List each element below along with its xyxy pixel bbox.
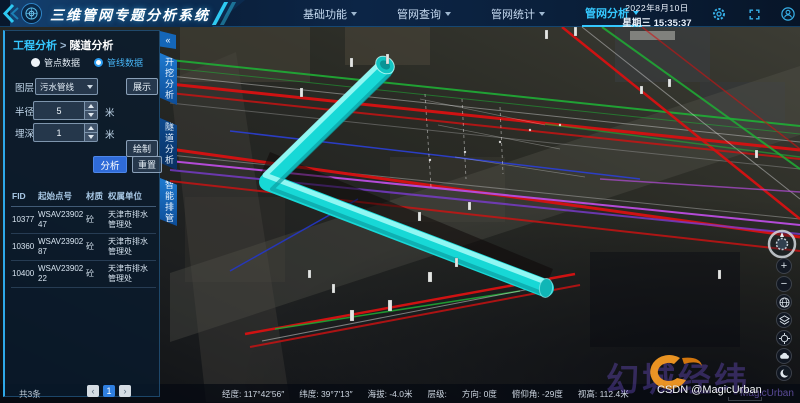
status-level: 层级: bbox=[428, 388, 447, 400]
cloud-icon bbox=[779, 352, 790, 360]
arrow-down-icon bbox=[88, 113, 94, 117]
total-count-label: 共3条 bbox=[19, 388, 41, 400]
top-bar: 三维管网专题分析系统 基础功能 管网查询 管网统计 管网分析 2022年8月10… bbox=[0, 0, 800, 27]
minus-icon: − bbox=[781, 279, 787, 290]
radio-selected-icon bbox=[94, 58, 103, 67]
globe-mode-button[interactable] bbox=[776, 294, 792, 310]
status-latitude: 纬度: 39°7'13″ bbox=[299, 388, 352, 400]
fullscreen-button[interactable] bbox=[745, 5, 763, 23]
table-row[interactable]: 10360 WSAV23902 87 砼 天津市排水管理处 bbox=[11, 234, 156, 261]
depth-increase-button[interactable] bbox=[85, 124, 97, 133]
radio-pipe-line-data[interactable]: 管线数据 bbox=[94, 56, 143, 69]
arrow-up-icon bbox=[88, 126, 94, 130]
tab-smart-pipe-layout[interactable]: 智能排管 bbox=[160, 178, 177, 226]
pagination: ‹ 1 › bbox=[87, 385, 131, 397]
status-pitch: 俯仰角: -29度 bbox=[512, 388, 563, 400]
page-1-button[interactable]: 1 bbox=[103, 385, 115, 397]
weekday-label: 星期三 bbox=[622, 18, 651, 29]
reset-button[interactable]: 重置 bbox=[132, 156, 162, 173]
main-nav: 基础功能 管网查询 管网统计 管网分析 bbox=[300, 0, 642, 27]
gear-icon bbox=[712, 7, 726, 21]
prev-page-button[interactable]: ‹ bbox=[87, 385, 99, 397]
show-button[interactable]: 展示 bbox=[126, 78, 158, 95]
radius-input[interactable] bbox=[34, 102, 84, 119]
depth-stepper bbox=[33, 123, 98, 142]
status-longitude: 经度: 117°42'56″ bbox=[222, 388, 284, 400]
status-altitude: 海拔: -4.0米 bbox=[368, 388, 413, 400]
depth-label: 埋深 bbox=[15, 126, 34, 140]
radius-unit: 米 bbox=[105, 105, 115, 119]
plus-icon: + bbox=[781, 261, 787, 272]
chevron-down-icon bbox=[445, 12, 451, 16]
table-header-row: FID 起始点号 材质 权属单位 bbox=[11, 188, 156, 207]
page-title: 三维管网专题分析系统 bbox=[50, 5, 210, 25]
arrow-up-icon bbox=[88, 104, 94, 108]
radio-icon bbox=[31, 58, 40, 67]
radius-increase-button[interactable] bbox=[85, 102, 97, 111]
settings-button[interactable] bbox=[710, 5, 728, 23]
night-mode-button[interactable] bbox=[776, 365, 792, 381]
radius-label: 半径 bbox=[15, 104, 34, 118]
breadcrumb: 工程分析>隧道分析 bbox=[13, 37, 113, 53]
chevron-down-icon bbox=[87, 85, 93, 89]
nav-item-pipe-statistics[interactable]: 管网统计 bbox=[488, 0, 548, 27]
compass-widget[interactable] bbox=[766, 228, 798, 260]
chevron-down-icon bbox=[351, 12, 357, 16]
data-type-radios: 管点数据 管线数据 bbox=[31, 56, 143, 69]
nav-item-pipe-query[interactable]: 管网查询 bbox=[394, 0, 454, 27]
fullscreen-icon bbox=[748, 8, 761, 21]
table-row[interactable]: 10377 WSAV23902 47 砼 天津市排水管理处 bbox=[11, 207, 156, 234]
result-table: FID 起始点号 材质 权属单位 10377 WSAV23902 47 砼 天津… bbox=[11, 188, 156, 288]
layer-label: 图层 bbox=[15, 80, 34, 94]
node-dots bbox=[429, 124, 561, 161]
nav-item-basic-functions[interactable]: 基础功能 bbox=[300, 0, 360, 27]
radio-pipe-point-data[interactable]: 管点数据 bbox=[31, 56, 80, 69]
status-heading: 方向: 0度 bbox=[462, 388, 497, 400]
crosshair-icon bbox=[779, 333, 790, 344]
arrow-down-icon bbox=[88, 135, 94, 139]
radius-stepper bbox=[33, 101, 98, 120]
time-label: 15:35:37 bbox=[654, 18, 692, 29]
layer-select[interactable]: 污水管线 bbox=[35, 78, 98, 95]
zoom-out-button[interactable]: − bbox=[776, 276, 792, 292]
depth-input[interactable] bbox=[34, 124, 84, 141]
layers-icon bbox=[779, 315, 790, 326]
tab-tunnel-analysis[interactable]: 隧道分析 bbox=[160, 118, 177, 170]
draw-button[interactable]: 绘制 bbox=[126, 140, 158, 157]
chevron-down-icon bbox=[539, 12, 545, 16]
user-button[interactable] bbox=[779, 5, 797, 23]
analyze-button[interactable]: 分析 bbox=[93, 156, 127, 173]
user-icon bbox=[781, 7, 795, 21]
depth-decrease-button[interactable] bbox=[85, 133, 97, 141]
zoom-in-button[interactable]: + bbox=[776, 258, 792, 274]
left-chevrons-icon bbox=[1, 3, 19, 24]
moon-icon bbox=[779, 368, 790, 379]
date-label: 2022年8月10日 bbox=[612, 2, 702, 14]
layers-button[interactable] bbox=[776, 312, 792, 328]
next-page-button[interactable]: › bbox=[119, 385, 131, 397]
depth-unit: 米 bbox=[105, 127, 115, 141]
datetime-display: 2022年8月10日 星期三 15:35:37 bbox=[612, 2, 702, 29]
weather-button[interactable] bbox=[776, 348, 792, 364]
pipe-bundle-right bbox=[545, 27, 800, 219]
locate-button[interactable] bbox=[776, 330, 792, 346]
radius-decrease-button[interactable] bbox=[85, 111, 97, 119]
table-row[interactable]: 10400 WSAV23902 22 砼 天津市排水管理处 bbox=[11, 261, 156, 288]
status-view-height: 视高: 112.4米 bbox=[578, 388, 629, 400]
app-logo bbox=[21, 3, 42, 24]
globe-icon bbox=[779, 297, 790, 308]
csdn-logo bbox=[634, 344, 708, 392]
tunnel-analysis-panel: 工程分析>隧道分析 管点数据 管线数据 图层 污水管线 展示 半径 bbox=[3, 30, 160, 397]
tab-excavation-analysis[interactable]: 开挖分析 bbox=[160, 53, 177, 105]
app-window: + − 幻城经纬 MagicUrban CSDN @MagicUrban 经度:… bbox=[0, 0, 800, 403]
